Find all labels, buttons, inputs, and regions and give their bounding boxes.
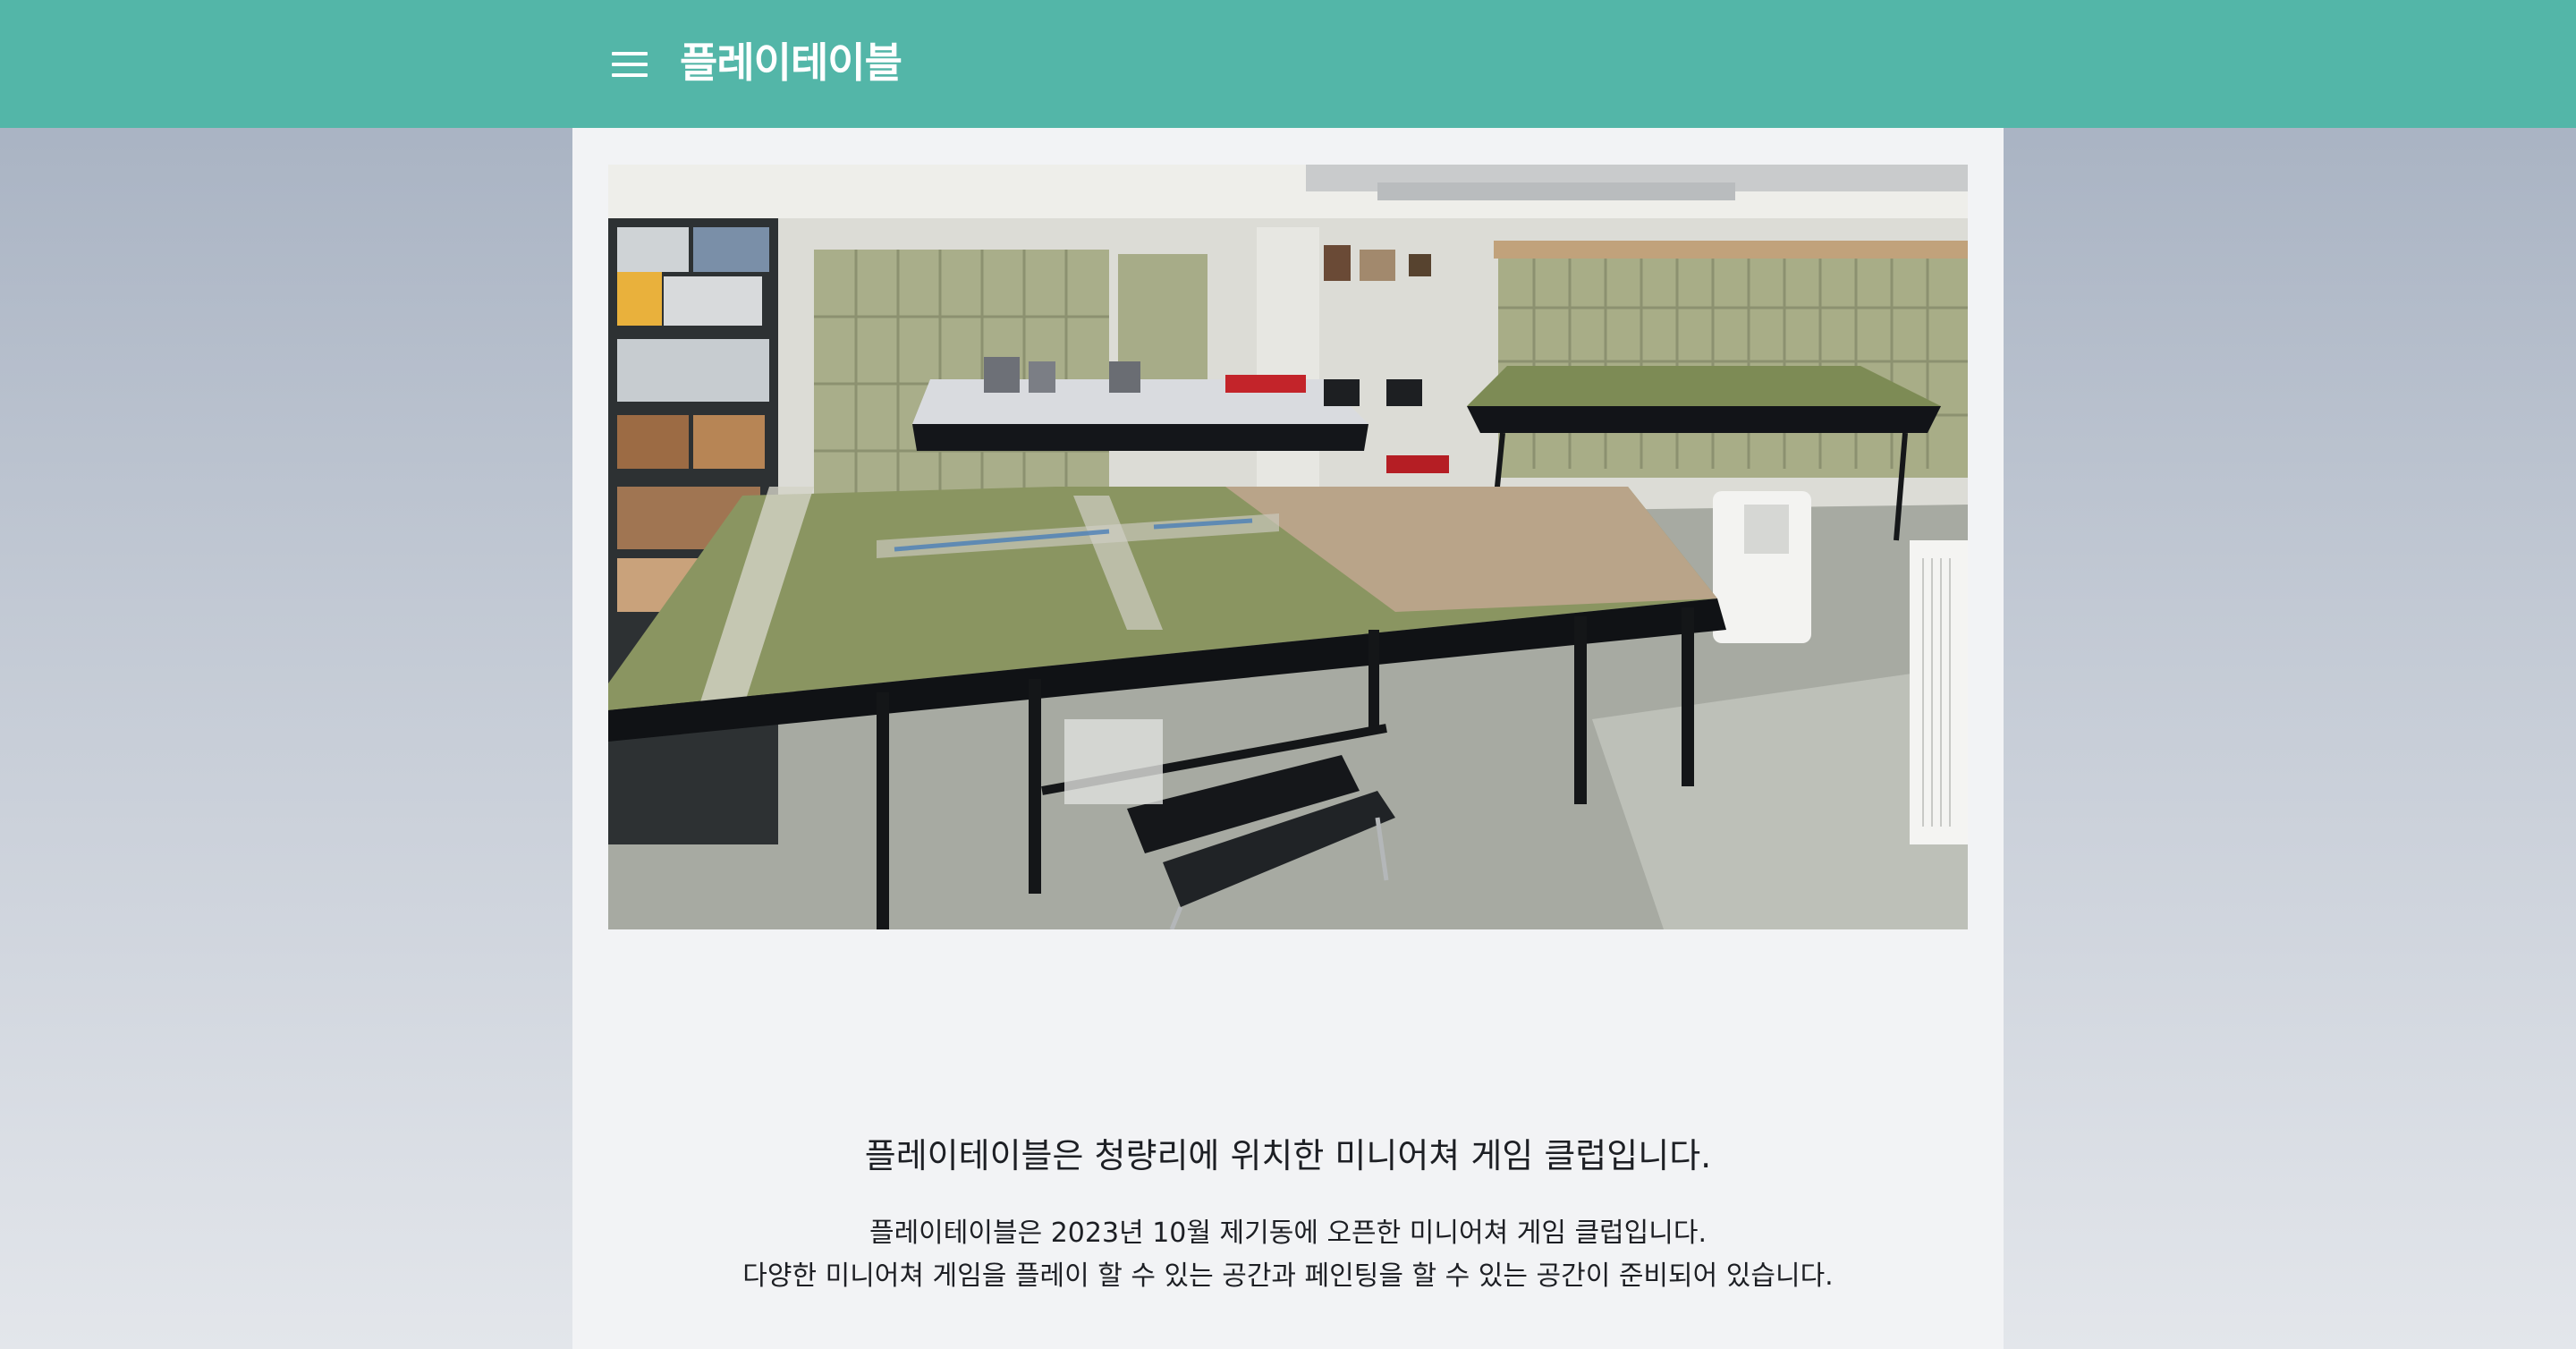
headline: 플레이테이블은 청량리에 위치한 미니어쳐 게임 클럽입니다.: [864, 1136, 1712, 1175]
description-line: 플레이테이블은 2023년 10월 제기동에 오픈한 미니어쳐 게임 클럽입니다…: [869, 1217, 1707, 1249]
hamburger-menu-icon[interactable]: [612, 52, 648, 77]
site-title[interactable]: 플레이테이블: [680, 34, 902, 91]
top-app-bar: 플레이테이블: [0, 0, 2576, 128]
main-content: 플레이테이블은 청량리에 위치한 미니어쳐 게임 클럽입니다. 플레이테이블은 …: [572, 128, 2004, 1349]
club-room-photo: [608, 165, 1968, 929]
description-line: 다양한 미니어쳐 게임을 플레이 할 수 있는 공간과 페인팅을 할 수 있는 …: [742, 1260, 1834, 1292]
description: 플레이테이블은 2023년 10월 제기동에 오픈한 미니어쳐 게임 클럽입니다…: [572, 1212, 2004, 1298]
menu-line: [612, 73, 648, 77]
menu-line: [612, 63, 648, 66]
menu-line: [612, 52, 648, 55]
